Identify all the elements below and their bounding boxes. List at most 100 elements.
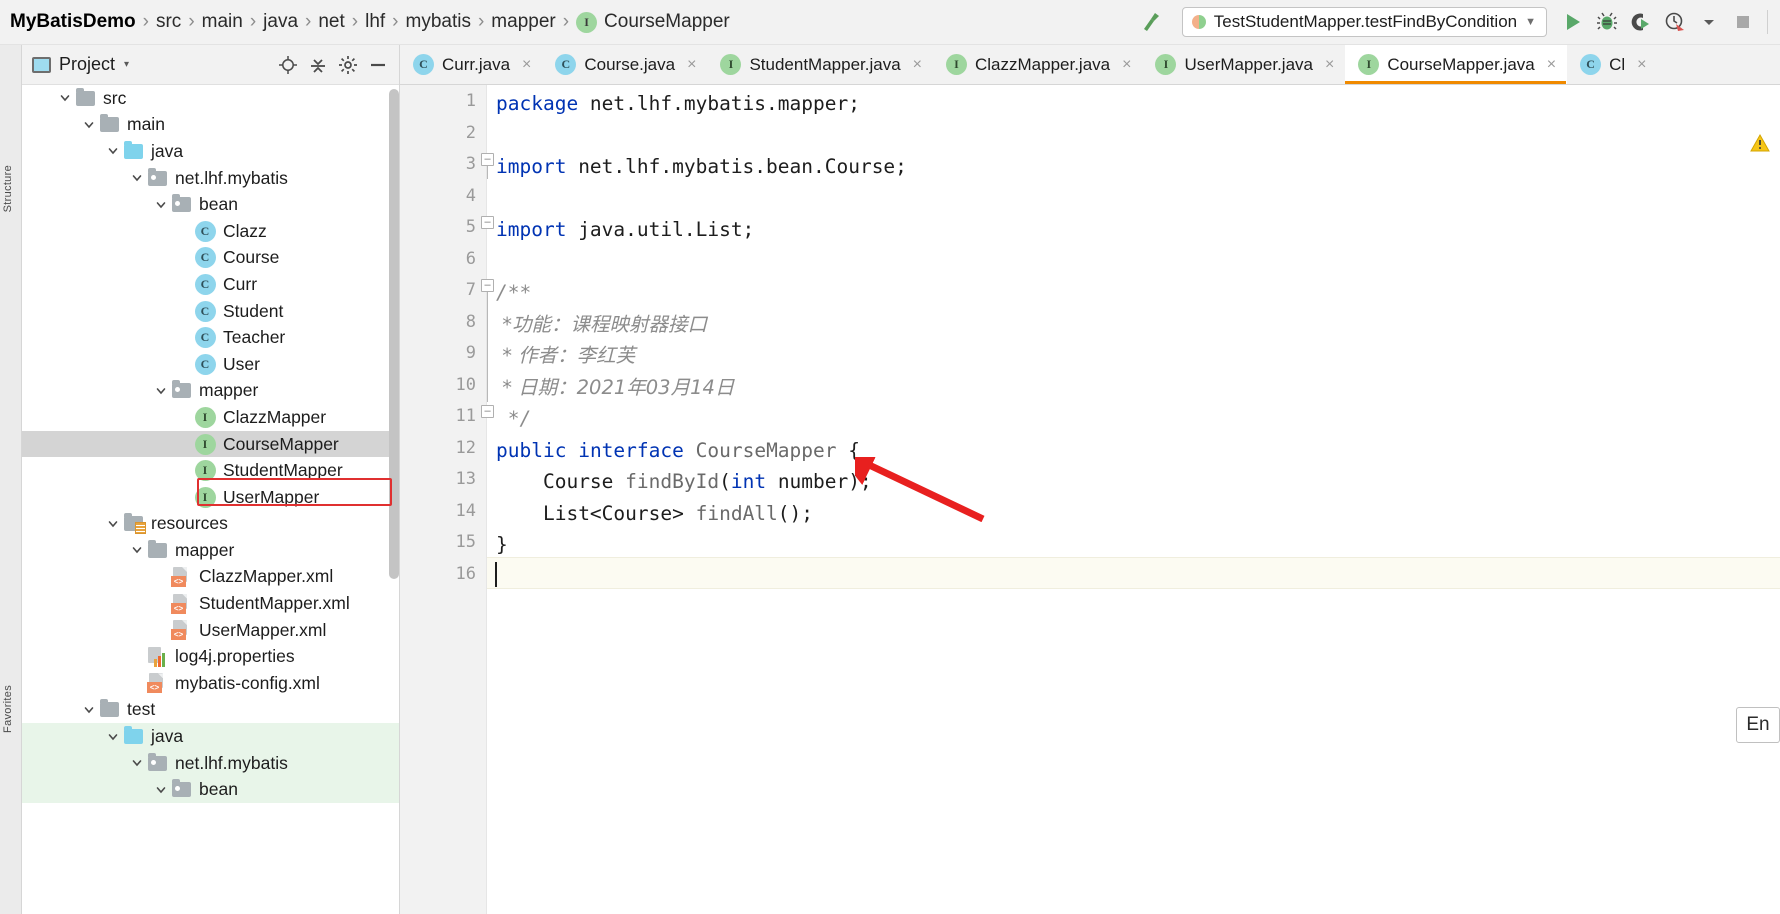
- chevron-down-icon[interactable]: [104, 515, 122, 533]
- line-number-6[interactable]: 6: [466, 249, 476, 269]
- breadcrumb-item-lhf[interactable]: lhf: [358, 11, 392, 33]
- project-tree[interactable]: src main java net.lhf.mybatis bean C Clazz C Cou…: [22, 85, 399, 914]
- code-line-14[interactable]: List<Course> findAll();: [496, 498, 813, 530]
- chevron-down-icon[interactable]: [104, 728, 122, 746]
- close-icon[interactable]: ×: [522, 56, 531, 74]
- tree-node-log4j-properties[interactable]: log4j.properties: [22, 643, 399, 670]
- tree-node-mapper[interactable]: mapper: [22, 537, 399, 564]
- chevron-down-icon[interactable]: [152, 781, 170, 799]
- chevron-down-icon[interactable]: [104, 142, 122, 160]
- chevron-down-icon[interactable]: [80, 116, 98, 134]
- editor-tab-curr-java[interactable]: C Curr.java ×: [400, 45, 542, 84]
- line-number-11[interactable]: 11: [456, 406, 476, 426]
- line-number-3[interactable]: 3: [466, 154, 476, 174]
- chevron-down-icon[interactable]: [128, 541, 146, 559]
- tree-node-coursemapper[interactable]: I CourseMapper: [22, 430, 399, 458]
- close-icon[interactable]: ×: [913, 56, 922, 74]
- editor-tab-studentmapper-java[interactable]: I StudentMapper.java ×: [707, 45, 933, 84]
- stripe-label-favorites[interactable]: Favorites: [2, 685, 14, 733]
- stripe-label-structure[interactable]: Structure: [2, 165, 14, 212]
- code-line-12[interactable]: public interface CourseMapper {: [496, 435, 860, 467]
- tree-node-resources[interactable]: resources: [22, 511, 399, 538]
- ime-indicator[interactable]: En: [1736, 707, 1780, 743]
- line-number-13[interactable]: 13: [456, 469, 476, 489]
- profiler-dropdown[interactable]: [1693, 6, 1725, 38]
- line-number-2[interactable]: 2: [466, 123, 476, 143]
- code-line-11[interactable]: */: [496, 403, 532, 435]
- breadcrumb-item-mybatis[interactable]: mybatis: [399, 11, 478, 33]
- tree-node-mybatis-config-xml[interactable]: <> mybatis-config.xml: [22, 670, 399, 697]
- line-number-8[interactable]: 8: [466, 312, 476, 332]
- run-button[interactable]: [1557, 6, 1589, 38]
- close-icon[interactable]: ×: [1122, 56, 1131, 74]
- run-with-coverage-button[interactable]: [1625, 6, 1657, 38]
- code-line-5[interactable]: import java.util.List;: [496, 214, 754, 246]
- tree-node-java[interactable]: java: [22, 723, 399, 750]
- debug-button[interactable]: [1591, 6, 1623, 38]
- code-line-8[interactable]: *功能：课程映射器接口: [496, 309, 707, 341]
- editor-tab-usermapper-java[interactable]: I UserMapper.java ×: [1142, 45, 1345, 84]
- code-line-9[interactable]: * 作者：李红芙: [496, 340, 635, 372]
- fold-marker-javadoc-end[interactable]: –: [481, 405, 494, 418]
- profiler-button[interactable]: [1659, 6, 1691, 38]
- tree-node-curr[interactable]: C Curr: [22, 271, 399, 298]
- run-configuration-selector[interactable]: TestStudentMapper.testFindByCondition ▼: [1181, 7, 1547, 37]
- stop-button[interactable]: [1727, 6, 1759, 38]
- fold-marker-import-end[interactable]: –: [481, 216, 494, 229]
- code-content[interactable]: package net.lhf.mybatis.mapper; import ne…: [487, 85, 1780, 914]
- line-number-12[interactable]: 12: [456, 438, 476, 458]
- code-line-15[interactable]: }: [496, 529, 508, 561]
- tree-node-course[interactable]: C Course: [22, 245, 399, 272]
- tree-node-net-lhf-mybatis[interactable]: net.lhf.mybatis: [22, 165, 399, 192]
- close-icon[interactable]: ×: [687, 56, 696, 74]
- breadcrumb-item-mybatisdemo[interactable]: MyBatisDemo: [4, 11, 143, 33]
- chevron-down-icon[interactable]: [128, 169, 146, 187]
- project-tree-scrollbar[interactable]: [389, 89, 399, 579]
- chevron-down-icon[interactable]: [128, 754, 146, 772]
- tree-node-test[interactable]: test: [22, 697, 399, 724]
- tree-node-bean[interactable]: bean: [22, 191, 399, 218]
- tree-node-user[interactable]: C User: [22, 351, 399, 378]
- gear-icon[interactable]: [335, 52, 361, 78]
- tree-node-src[interactable]: src: [22, 85, 399, 112]
- chevron-down-icon[interactable]: ▼: [1525, 16, 1536, 28]
- tree-node-teacher[interactable]: C Teacher: [22, 324, 399, 351]
- tree-node-net-lhf-mybatis[interactable]: net.lhf.mybatis: [22, 749, 399, 777]
- breadcrumb-item-net[interactable]: net: [311, 11, 351, 33]
- line-number-5[interactable]: 5: [466, 217, 476, 237]
- chevron-down-icon[interactable]: [80, 701, 98, 719]
- chevron-down-icon[interactable]: ▾: [124, 59, 129, 70]
- code-line-13[interactable]: Course findById(int number);: [496, 466, 872, 498]
- breadcrumb-item-main[interactable]: main: [195, 11, 250, 33]
- editor-tab-course-java[interactable]: C Course.java ×: [542, 45, 707, 84]
- line-number-9[interactable]: 9: [466, 343, 476, 363]
- code-line-10[interactable]: * 日期：2021年03月14日: [496, 372, 734, 404]
- tree-node-main[interactable]: main: [22, 112, 399, 139]
- warning-triangle-icon[interactable]: [1750, 133, 1770, 158]
- line-number-14[interactable]: 14: [456, 501, 476, 521]
- line-number-16[interactable]: 16: [456, 564, 476, 584]
- locate-button[interactable]: [275, 52, 301, 78]
- tree-node-bean[interactable]: bean: [22, 776, 399, 804]
- breadcrumb-item-src[interactable]: src: [149, 11, 188, 33]
- tree-node-mapper[interactable]: mapper: [22, 378, 399, 405]
- close-icon[interactable]: ×: [1637, 56, 1646, 74]
- collapse-all-button[interactable]: [305, 52, 331, 78]
- line-number-15[interactable]: 15: [456, 532, 476, 552]
- tree-node-java[interactable]: java: [22, 138, 399, 165]
- fold-marker-imports[interactable]: –: [481, 153, 494, 166]
- line-number-4[interactable]: 4: [466, 186, 476, 206]
- close-icon[interactable]: ×: [1325, 56, 1334, 74]
- editor-tab-coursemapper-java[interactable]: I CourseMapper.java ×: [1345, 45, 1568, 84]
- tree-node-clazz[interactable]: C Clazz: [22, 218, 399, 245]
- code-line-3[interactable]: import net.lhf.mybatis.bean.Course;: [496, 151, 907, 183]
- line-number-1[interactable]: 1: [466, 91, 476, 111]
- tree-node-usermapper-xml[interactable]: <> UserMapper.xml: [22, 617, 399, 644]
- code-line-7[interactable]: /**: [496, 277, 531, 309]
- close-icon[interactable]: ×: [1547, 56, 1556, 74]
- code-line-1[interactable]: package net.lhf.mybatis.mapper;: [496, 88, 860, 120]
- line-number-7[interactable]: 7: [466, 280, 476, 300]
- tree-node-student[interactable]: C Student: [22, 298, 399, 325]
- tree-node-studentmapper-xml[interactable]: <> StudentMapper.xml: [22, 590, 399, 617]
- line-number-10[interactable]: 10: [456, 375, 476, 395]
